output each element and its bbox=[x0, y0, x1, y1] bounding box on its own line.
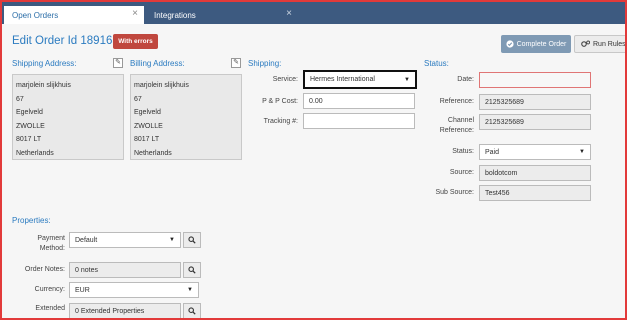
shipping-heading: Shipping: bbox=[248, 59, 282, 68]
status-heading: Status: bbox=[424, 59, 449, 68]
caret-down-icon: ▼ bbox=[187, 287, 193, 293]
order-window: Open Orders × Integrations × Edit Order … bbox=[0, 0, 627, 320]
tab-bar: Open Orders × Integrations × bbox=[2, 2, 625, 24]
pp-cost-value: 0.00 bbox=[309, 97, 323, 105]
source-input[interactable]: boldotcom bbox=[479, 165, 591, 181]
channel-reference-label-line2: Reference: bbox=[439, 127, 474, 134]
edit-icon[interactable]: ✎ bbox=[231, 58, 241, 68]
address-line: ZWOLLE bbox=[134, 122, 163, 130]
complete-order-label: Complete Order bbox=[516, 40, 567, 48]
extended-properties-label: Extended bbox=[35, 305, 65, 312]
search-icon bbox=[188, 236, 196, 244]
caret-down-icon: ▼ bbox=[579, 149, 585, 155]
close-icon[interactable]: × bbox=[132, 8, 138, 19]
address-line: ZWOLLE bbox=[16, 122, 45, 130]
caret-down-icon: ▼ bbox=[169, 237, 175, 243]
address-line: marjolein slijkhuis bbox=[16, 82, 71, 89]
shipping-address-box: marjolein slijkhuis 67 Egelveld ZWOLLE 8… bbox=[12, 74, 124, 160]
date-label: Date: bbox=[457, 76, 474, 83]
billing-address-box: marjolein slijkhuis 67 Egelveld ZWOLLE 8… bbox=[130, 74, 242, 160]
order-status-value: Paid bbox=[485, 148, 500, 156]
payment-method-label-line1: Payment bbox=[37, 235, 65, 242]
reference-input[interactable]: 2125325689 bbox=[479, 94, 591, 110]
address-line: 67 bbox=[134, 95, 142, 103]
check-circle-icon bbox=[505, 40, 514, 48]
extended-properties-input[interactable]: 0 Extended Properties bbox=[69, 303, 181, 318]
reference-label: Reference: bbox=[439, 98, 474, 105]
search-icon bbox=[188, 266, 196, 274]
service-value: Hermes International bbox=[310, 76, 375, 83]
tab-integrations[interactable]: Integrations × bbox=[146, 6, 298, 24]
address-line: marjolein slijkhuis bbox=[134, 82, 189, 89]
page-title: Edit Order Id 189163 bbox=[12, 35, 119, 47]
run-rules-label: Run Rules bbox=[593, 40, 626, 48]
source-label: Source: bbox=[449, 169, 474, 176]
service-select[interactable]: Hermes International ▼ bbox=[303, 70, 417, 89]
payment-method-value: Default bbox=[75, 236, 98, 244]
address-line: 8017 LT bbox=[16, 136, 42, 143]
sub-source-input[interactable]: Test456 bbox=[479, 185, 591, 201]
tab-label: Open Orders bbox=[12, 10, 59, 20]
complete-order-button[interactable]: Complete Order bbox=[501, 35, 571, 53]
currency-label: Currency: bbox=[34, 286, 65, 293]
date-input[interactable] bbox=[479, 72, 591, 88]
address-line: Netherlands bbox=[16, 149, 54, 157]
tab-open-orders[interactable]: Open Orders × bbox=[4, 6, 144, 24]
channel-reference-input[interactable]: 2125325689 bbox=[479, 114, 591, 130]
billing-address-heading: Billing Address: bbox=[130, 59, 185, 68]
extended-properties-value: 0 Extended Properties bbox=[75, 307, 145, 315]
tracking-input[interactable] bbox=[303, 113, 415, 129]
address-line: 67 bbox=[16, 95, 24, 103]
notes-search-button[interactable] bbox=[183, 262, 201, 278]
currency-value: EUR bbox=[75, 286, 90, 294]
service-label: Service: bbox=[272, 76, 298, 83]
order-status-select[interactable]: Paid ▼ bbox=[479, 144, 591, 160]
channel-reference-value: 2125325689 bbox=[485, 118, 524, 126]
currency-select[interactable]: EUR ▼ bbox=[69, 282, 199, 298]
source-value: boldotcom bbox=[485, 169, 518, 177]
error-badge[interactable]: With errors bbox=[113, 34, 158, 49]
payment-method-select[interactable]: Default ▼ bbox=[69, 232, 181, 248]
order-notes-value: 0 notes bbox=[75, 266, 98, 274]
order-notes-input[interactable]: 0 notes bbox=[69, 262, 181, 278]
sub-source-label: Sub Source: bbox=[435, 189, 474, 196]
channel-reference-label-line1: Channel bbox=[447, 117, 474, 124]
tracking-label: Tracking #: bbox=[263, 118, 298, 125]
close-icon[interactable]: × bbox=[286, 8, 292, 19]
tab-label: Integrations bbox=[154, 10, 196, 20]
address-line: Egelveld bbox=[16, 109, 43, 116]
search-icon bbox=[188, 307, 196, 315]
address-line: 8017 LT bbox=[134, 136, 160, 143]
address-line: Netherlands bbox=[134, 149, 172, 157]
address-line: Egelveld bbox=[134, 109, 161, 116]
shipping-address-heading: Shipping Address: bbox=[12, 59, 77, 68]
edit-icon[interactable]: ✎ bbox=[113, 58, 123, 68]
order-status-label: Status: bbox=[452, 148, 474, 155]
run-rules-button[interactable]: Run Rules bbox=[574, 35, 626, 53]
order-notes-label: Order Notes: bbox=[24, 266, 65, 273]
payment-search-button[interactable] bbox=[183, 232, 201, 248]
pp-cost-input[interactable]: 0.00 bbox=[303, 93, 415, 109]
pp-cost-label: P & P Cost: bbox=[262, 98, 298, 105]
sub-source-value: Test456 bbox=[485, 189, 510, 197]
payment-method-label-line2: Method: bbox=[39, 245, 65, 252]
properties-heading: Properties: bbox=[12, 216, 51, 225]
extended-search-button[interactable] bbox=[183, 303, 201, 318]
reference-value: 2125325689 bbox=[485, 98, 524, 106]
gears-icon bbox=[581, 40, 590, 47]
caret-down-icon: ▼ bbox=[404, 76, 410, 83]
